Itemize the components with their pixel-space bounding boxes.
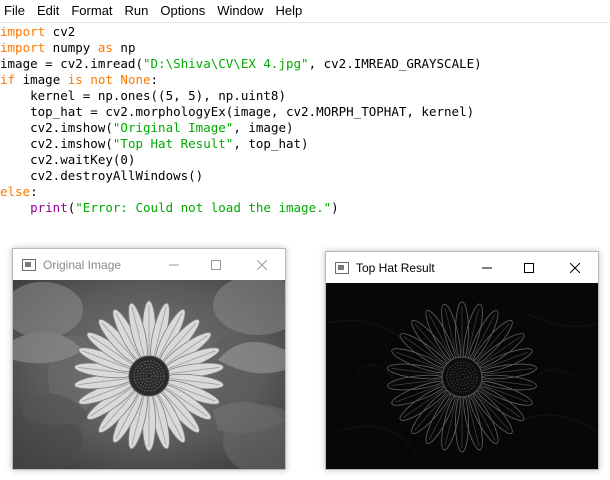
code-line[interactable]: print("Error: Could not load the image."… bbox=[0, 200, 610, 216]
code-token: if bbox=[0, 72, 16, 87]
code-token: : bbox=[150, 72, 159, 87]
code-token: , cv2.IMREAD_GRAYSCALE) bbox=[308, 56, 482, 71]
code-line[interactable]: image = cv2.imread("D:\Shiva\CV\EX 4.jpg… bbox=[0, 56, 610, 72]
menu-help[interactable]: Help bbox=[269, 0, 308, 22]
top-hat-titlebar[interactable]: Top Hat Result bbox=[326, 252, 598, 283]
code-token: cv2.waitKey(0) bbox=[0, 152, 136, 167]
maximize-button[interactable] bbox=[506, 252, 552, 283]
code-token: np bbox=[112, 40, 136, 55]
menu-options[interactable]: Options bbox=[154, 0, 211, 22]
maximize-button[interactable] bbox=[193, 249, 239, 280]
window-title: Original Image bbox=[43, 257, 122, 272]
code-line[interactable]: top_hat = cv2.morphologyEx(image, cv2.MO… bbox=[0, 104, 610, 120]
code-token: : bbox=[30, 184, 38, 199]
code-token: , image) bbox=[233, 120, 294, 135]
code-token: image bbox=[15, 72, 68, 87]
code-line[interactable]: import cv2 bbox=[0, 24, 610, 40]
code-token: ) bbox=[331, 200, 339, 215]
code-token: "Error: Could not load the image." bbox=[75, 200, 332, 215]
code-token: print bbox=[30, 200, 68, 215]
code-line[interactable]: kernel = np.ones((5, 5), np.uint8) bbox=[0, 88, 610, 104]
code-editor[interactable]: import cv2 import numpy as np image = cv2.… bbox=[0, 24, 610, 224]
code-token: cv2.imshow( bbox=[0, 136, 113, 151]
code-line[interactable]: else: bbox=[0, 184, 610, 200]
code-line[interactable]: cv2.destroyAllWindows() bbox=[0, 168, 610, 184]
top-hat-result-window[interactable]: Top Hat Result bbox=[325, 251, 599, 470]
code-token: image = cv2.imread( bbox=[0, 56, 143, 71]
code-token: import bbox=[0, 40, 46, 55]
maximize-icon bbox=[524, 262, 534, 273]
code-token: cv2.imshow( bbox=[0, 120, 113, 135]
menu-file[interactable]: File bbox=[0, 0, 31, 22]
maximize-icon bbox=[211, 259, 221, 270]
grayscale-flower-image bbox=[13, 280, 285, 469]
code-token: cv2 bbox=[45, 24, 76, 39]
code-token: as bbox=[97, 40, 113, 55]
code-token: numpy bbox=[45, 40, 98, 55]
menu-edit[interactable]: Edit bbox=[31, 0, 65, 22]
code-token: "Top Hat Result" bbox=[112, 136, 234, 151]
code-token: , top_hat) bbox=[233, 136, 309, 151]
original-image-titlebar[interactable]: Original Image bbox=[13, 249, 285, 280]
code-token: top_hat = cv2.morphologyEx(image, cv2.MO… bbox=[0, 104, 475, 119]
image-window-icon bbox=[335, 261, 349, 274]
close-icon bbox=[257, 259, 267, 270]
code-token: "D:\Shiva\CV\EX 4.jpg" bbox=[143, 56, 309, 71]
close-button[interactable] bbox=[239, 249, 285, 280]
menu-bar: File Edit Format Run Options Window Help bbox=[0, 0, 610, 23]
code-token: is not None bbox=[67, 72, 151, 87]
original-image-window[interactable]: Original Image bbox=[12, 248, 286, 470]
code-line[interactable]: cv2.waitKey(0) bbox=[0, 152, 610, 168]
minimize-icon bbox=[169, 264, 179, 265]
menu-window[interactable]: Window bbox=[211, 0, 269, 22]
image-window-icon bbox=[22, 258, 36, 271]
code-token: import bbox=[0, 24, 46, 39]
minimize-button[interactable] bbox=[155, 249, 193, 280]
original-image-canvas bbox=[13, 280, 285, 469]
menu-run[interactable]: Run bbox=[119, 0, 155, 22]
close-icon bbox=[570, 262, 580, 273]
code-token: kernel = np.ones((5, 5), np.uint8) bbox=[0, 88, 286, 103]
code-line[interactable]: if image is not None: bbox=[0, 72, 610, 88]
top-hat-canvas bbox=[326, 283, 598, 469]
menu-format[interactable]: Format bbox=[65, 0, 118, 22]
top-hat-flower-image bbox=[326, 283, 598, 469]
minimize-icon bbox=[482, 267, 492, 268]
close-button[interactable] bbox=[552, 252, 598, 283]
code-token: else bbox=[0, 184, 31, 199]
code-token: "Original Image" bbox=[112, 120, 234, 135]
minimize-button[interactable] bbox=[468, 252, 506, 283]
code-line[interactable]: import numpy as np bbox=[0, 40, 610, 56]
code-line[interactable]: cv2.imshow("Top Hat Result", top_hat) bbox=[0, 136, 610, 152]
code-token: cv2.destroyAllWindows() bbox=[0, 168, 204, 183]
code-line[interactable]: cv2.imshow("Original Image", image) bbox=[0, 120, 610, 136]
window-title: Top Hat Result bbox=[356, 260, 435, 275]
